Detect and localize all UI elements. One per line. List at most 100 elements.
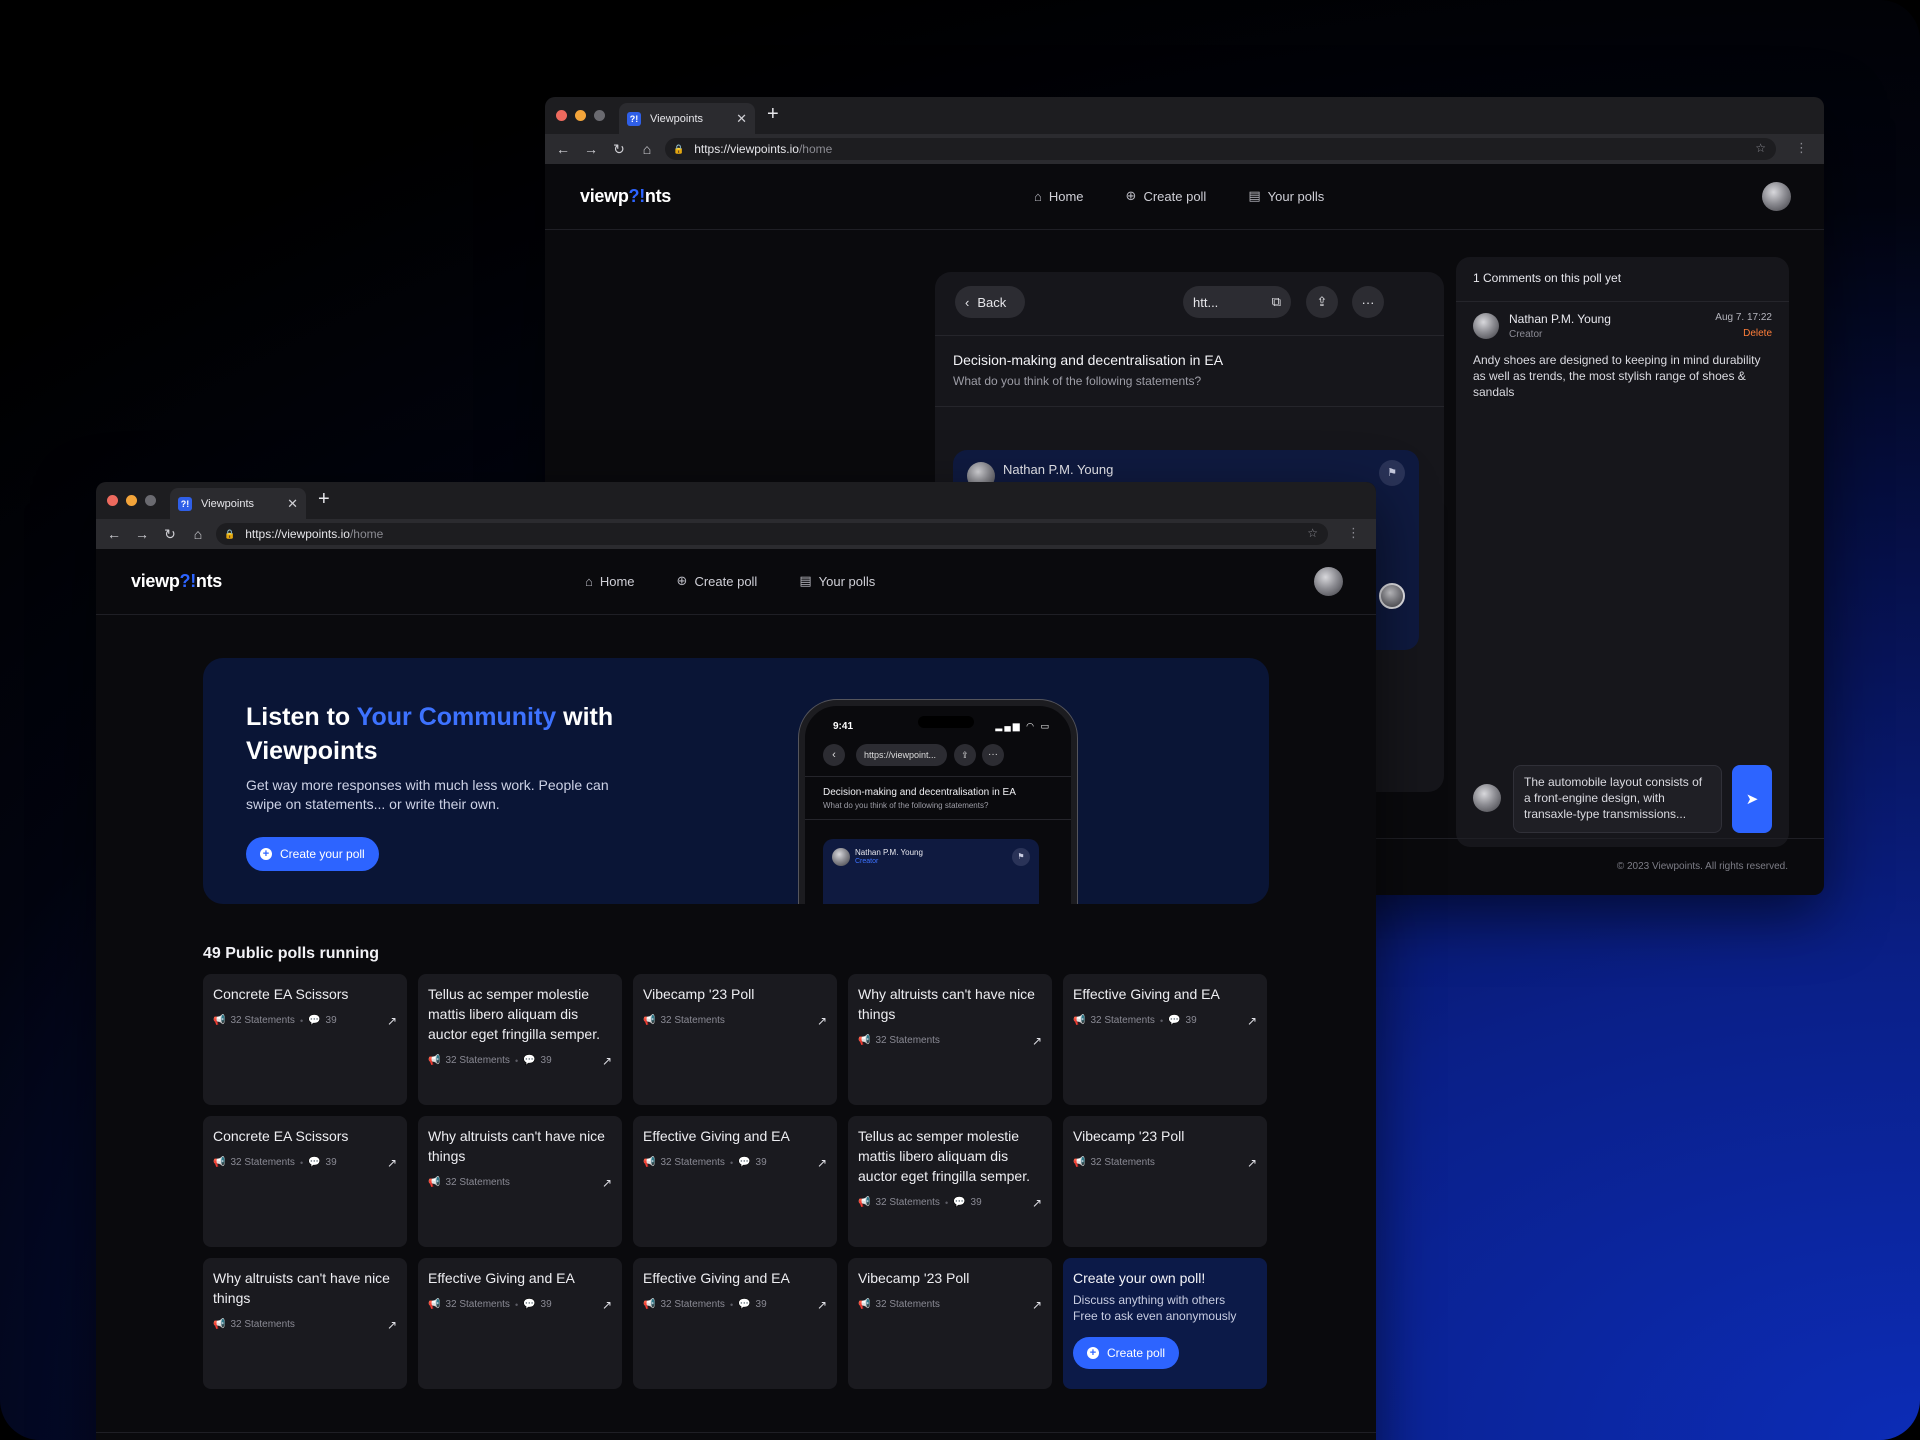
new-tab-icon[interactable]: + xyxy=(318,488,330,511)
browser-tab[interactable]: ?! Viewpoints ✕ xyxy=(619,103,755,134)
open-arrow-icon[interactable]: ↗ xyxy=(1032,1034,1042,1048)
poll-card[interactable]: Effective Giving and EA 📢 32 Statements • 💬 3… xyxy=(633,1116,837,1247)
nav-your-polls[interactable]: ▤ Your polls xyxy=(1248,188,1324,204)
statement-count: 32 Statements xyxy=(230,1157,295,1168)
open-arrow-icon[interactable]: ↗ xyxy=(387,1156,397,1170)
poll-title: Decision-making and decentralisation in … xyxy=(953,352,1224,368)
open-arrow-icon[interactable]: ↗ xyxy=(1247,1014,1257,1028)
statement-count: 32 Statements xyxy=(1090,1015,1155,1026)
phone-status-icons: ▂▄▆ ◠ ▭ xyxy=(995,721,1051,731)
poll-card-meta: 📢 32 Statements • 💬 39 xyxy=(213,1157,397,1168)
forward-arrow-icon[interactable]: → xyxy=(128,526,156,542)
poll-card[interactable]: Effective Giving and EA 📢 32 Statements • 💬 3… xyxy=(418,1258,622,1389)
poll-card-meta: 📢 32 Statements xyxy=(643,1015,827,1026)
create-poll-button[interactable]: + Create poll xyxy=(1073,1337,1180,1369)
close-window-button[interactable] xyxy=(556,110,567,121)
megaphone-icon: 📢 xyxy=(1073,1015,1086,1026)
poll-card[interactable]: Why altruists can't have nice things 📢 32 … xyxy=(418,1116,622,1247)
statement-count: 32 Statements xyxy=(230,1319,295,1330)
url-field[interactable]: 🔒 https://viewpoints.io/home ☆ xyxy=(216,523,1328,545)
nav-home[interactable]: ⌂ Home xyxy=(585,573,635,589)
browser-tab[interactable]: ?! Viewpoints ✕ xyxy=(170,488,306,519)
open-arrow-icon[interactable]: ↗ xyxy=(602,1054,612,1068)
poll-card[interactable]: Tellus ac semper molestie mattis libero … xyxy=(848,1116,1052,1247)
open-arrow-icon[interactable]: ↗ xyxy=(1032,1196,1042,1210)
address-bar: ← → ↻ ⌂ 🔒 https://viewpoints.io/home ☆ ⋮ xyxy=(96,519,1376,549)
share-button[interactable]: ⇪ xyxy=(1306,286,1338,318)
poll-card[interactable]: Vibecamp '23 Poll 📢 32 Statements ↗ xyxy=(848,1258,1052,1389)
comments-icon: 💬 xyxy=(738,1157,751,1168)
browser-menu-icon[interactable]: ⋮ xyxy=(1795,140,1808,156)
comment-count: 39 xyxy=(755,1299,767,1310)
cta-title: Create your own poll! xyxy=(1073,1270,1206,1286)
chevron-left-icon: ‹ xyxy=(965,294,970,310)
viewpoints-logo[interactable]: viewp?!nts xyxy=(580,186,671,207)
poll-card[interactable]: Effective Giving and EA 📢 32 Statements • 💬 3… xyxy=(633,1258,837,1389)
reload-icon[interactable]: ↻ xyxy=(156,526,184,543)
close-window-button[interactable] xyxy=(107,495,118,506)
user-avatar[interactable] xyxy=(1762,182,1791,211)
open-arrow-icon[interactable]: ↗ xyxy=(817,1156,827,1170)
open-arrow-icon[interactable]: ↗ xyxy=(1247,1156,1257,1170)
open-arrow-icon[interactable]: ↗ xyxy=(387,1318,397,1332)
poll-card-title: Concrete EA Scissors xyxy=(213,986,349,1002)
nav-create-poll[interactable]: ⊕ Create poll xyxy=(1126,188,1207,204)
open-arrow-icon[interactable]: ↗ xyxy=(1032,1298,1042,1312)
poll-card[interactable]: Effective Giving and EA 📢 32 Statements • 💬 3… xyxy=(1063,974,1267,1105)
window-controls xyxy=(107,495,156,506)
lock-icon: 🔒 xyxy=(224,528,236,539)
open-arrow-icon[interactable]: ↗ xyxy=(387,1014,397,1028)
viewpoints-logo[interactable]: viewp?!nts xyxy=(131,571,222,592)
comment-count: 39 xyxy=(325,1157,337,1168)
back-arrow-icon[interactable]: ← xyxy=(100,526,128,542)
send-comment-button[interactable]: ➤ xyxy=(1732,765,1772,833)
flag-icon[interactable]: ⚑ xyxy=(1379,460,1405,486)
commenter-avatar xyxy=(1473,313,1499,339)
poll-card[interactable]: Concrete EA Scissors 📢 32 Statements • 💬 39 ↗ xyxy=(203,1116,407,1247)
open-arrow-icon[interactable]: ↗ xyxy=(817,1298,827,1312)
back-arrow-icon[interactable]: ← xyxy=(549,141,577,157)
user-avatar[interactable] xyxy=(1314,567,1343,596)
minimize-window-button[interactable] xyxy=(126,495,137,506)
poll-card[interactable]: Vibecamp '23 Poll 📢 32 Statements ↗ xyxy=(1063,1116,1267,1247)
divider xyxy=(805,776,1071,777)
reload-icon[interactable]: ↻ xyxy=(605,141,633,158)
poll-card[interactable]: Tellus ac semper molestie mattis libero … xyxy=(418,974,622,1105)
poll-card[interactable]: Vibecamp '23 Poll 📢 32 Statements ↗ xyxy=(633,974,837,1105)
forward-arrow-icon[interactable]: → xyxy=(577,141,605,157)
poll-card[interactable]: Concrete EA Scissors 📢 32 Statements • 💬 39 ↗ xyxy=(203,974,407,1105)
poll-card-meta: 📢 32 Statements • 💬 39 xyxy=(1073,1015,1257,1026)
bookmark-star-icon[interactable]: ☆ xyxy=(1755,141,1766,155)
more-button[interactable]: ··· xyxy=(1352,286,1384,318)
phone-poll-title: Decision-making and decentralisation in … xyxy=(823,787,1016,798)
comment-input[interactable]: The automobile layout consists of a fron… xyxy=(1513,765,1722,833)
nav-create-poll[interactable]: ⊕ Create poll xyxy=(677,573,758,589)
browser-menu-icon[interactable]: ⋮ xyxy=(1347,525,1360,541)
separator-dot: • xyxy=(1159,1015,1164,1026)
home-icon[interactable]: ⌂ xyxy=(184,526,212,542)
open-arrow-icon[interactable]: ↗ xyxy=(602,1176,612,1190)
minimize-window-button[interactable] xyxy=(575,110,586,121)
new-tab-icon[interactable]: + xyxy=(767,103,779,126)
poll-card[interactable]: Why altruists can't have nice things 📢 32 … xyxy=(848,974,1052,1105)
close-tab-icon[interactable]: ✕ xyxy=(287,496,298,512)
nav-home[interactable]: ⌂ Home xyxy=(1034,188,1084,204)
url-field[interactable]: 🔒 https://viewpoints.io/home ☆ xyxy=(665,138,1776,160)
open-arrow-icon[interactable]: ↗ xyxy=(817,1014,827,1028)
nav-your-polls[interactable]: ▤ Your polls xyxy=(799,573,875,589)
separator-dot: • xyxy=(514,1299,519,1310)
poll-card-meta: 📢 32 Statements • 💬 39 xyxy=(428,1299,612,1310)
home-icon[interactable]: ⌂ xyxy=(633,141,661,157)
maximize-window-button[interactable] xyxy=(145,495,156,506)
bookmark-star-icon[interactable]: ☆ xyxy=(1307,526,1318,540)
maximize-window-button[interactable] xyxy=(594,110,605,121)
statement-count: 32 Statements xyxy=(875,1035,940,1046)
delete-comment-link[interactable]: Delete xyxy=(1743,328,1772,339)
create-your-poll-button[interactable]: + Create your poll xyxy=(246,837,379,871)
open-arrow-icon[interactable]: ↗ xyxy=(602,1298,612,1312)
back-button[interactable]: ‹ Back xyxy=(955,286,1025,318)
poll-card[interactable]: Why altruists can't have nice things 📢 32 … xyxy=(203,1258,407,1389)
copy-link-button[interactable]: htt... ⧉ xyxy=(1183,286,1291,318)
close-tab-icon[interactable]: ✕ xyxy=(736,111,747,127)
viewpoints-favicon-icon: ?! xyxy=(178,496,192,511)
